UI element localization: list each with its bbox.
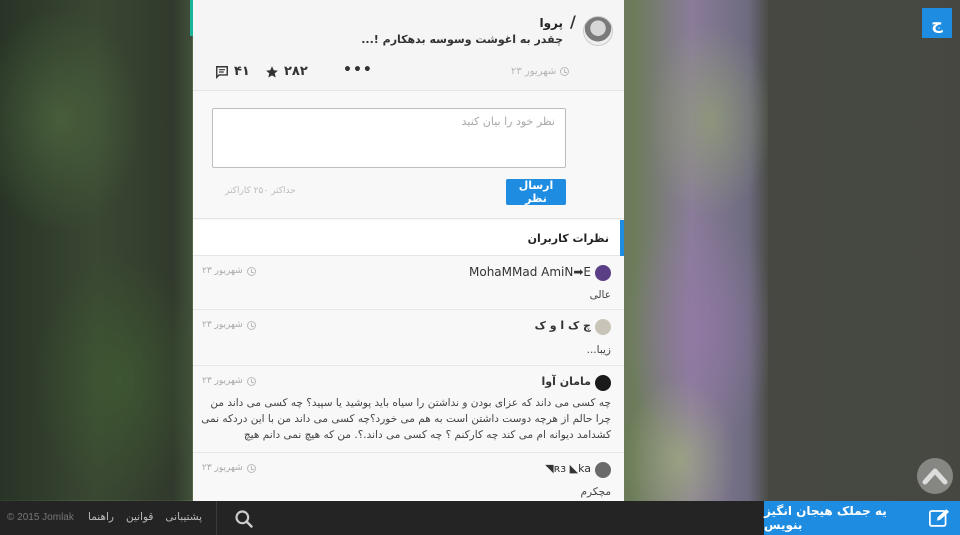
post-author[interactable]: پروا — [539, 16, 563, 30]
comment-time-label: ۲۳ شهریور — [202, 320, 243, 330]
comment-text: عالی — [589, 289, 611, 301]
clock-icon — [560, 67, 570, 76]
avatar[interactable] — [595, 319, 611, 335]
comment-time-label: ۲۳ شهریور — [202, 376, 243, 386]
comment-item: MohaMMad AmiN➡E ۲۳ شهریور عالی — [193, 257, 624, 310]
comment-time: ۲۳ شهریور — [202, 320, 256, 330]
comment-author[interactable]: MohaMMad AmiN➡E — [469, 265, 591, 279]
footer-bar: © 2015 Jomlak پشتیبانی قوانین راهنما یه … — [0, 501, 960, 535]
clock-icon — [246, 376, 256, 386]
char-limit-hint: حداکثر ۲۵۰ کاراکتر — [225, 186, 296, 196]
comment-author[interactable]: ◥ʀɜ ◣ka — [545, 462, 591, 475]
comment-author[interactable]: چ ک ا و ک — [535, 319, 591, 332]
comment-item: ◥ʀɜ ◣ka ۲۳ شهریور مچکرم — [193, 454, 624, 501]
jomlak-logo[interactable]: ج — [922, 8, 952, 38]
star-icon — [266, 65, 278, 78]
comments-title: نظرات کاربران — [527, 232, 609, 245]
comment-text: مچکرم — [580, 486, 612, 498]
copyright: © 2015 Jomlak — [7, 512, 74, 523]
comment-text: چه کسی می داند که عزای بودن و نداشتن را … — [201, 397, 611, 441]
clock-icon — [246, 266, 256, 276]
post-time: ۲۳ شهریور — [511, 66, 570, 77]
comment-time: ۲۳ شهریور — [202, 463, 256, 473]
more-options-button[interactable]: ••• — [343, 62, 373, 78]
comments-button[interactable]: ۴۱ — [215, 64, 250, 79]
background-right-panel — [768, 0, 960, 500]
author-avatar[interactable] — [583, 16, 613, 46]
comment-form: ارسال نظر حداکثر ۲۵۰ کاراکتر — [193, 92, 624, 219]
chevron-up-icon — [922, 468, 948, 485]
footer-links: پشتیبانی قوانین راهنما — [88, 511, 202, 523]
comment-icon — [216, 65, 228, 79]
comment-text: زیبا... — [586, 344, 611, 356]
footer-link-rules[interactable]: قوانین — [126, 511, 153, 523]
comments-header-accent — [620, 220, 624, 256]
comment-input[interactable] — [212, 108, 566, 168]
star-button[interactable]: ۲۸۲ — [265, 64, 308, 79]
submit-comment-button[interactable]: ارسال نظر — [506, 179, 566, 205]
comment-item: مامان آوا ۲۳ شهریور چه کسی می داند که عز… — [193, 367, 624, 453]
star-count: ۲۸۲ — [284, 64, 308, 79]
avatar[interactable] — [595, 462, 611, 478]
footer-link-help[interactable]: راهنما — [88, 511, 114, 523]
pen-icon — [929, 509, 950, 527]
footer-divider — [216, 501, 217, 535]
comment-time: ۲۳ شهریور — [202, 266, 256, 276]
clock-icon — [246, 463, 256, 473]
post-text: چقدر به اغوشت وسوسه بدهکارم !... — [361, 33, 563, 46]
scroll-to-top-button[interactable] — [917, 458, 953, 494]
comment-time-label: ۲۳ شهریور — [202, 266, 243, 276]
comment-author[interactable]: مامان آوا — [542, 375, 591, 388]
write-jomlak-button[interactable]: یه جملک هیجان انگیز بنویس — [764, 501, 960, 535]
clock-icon — [246, 320, 256, 330]
footer-link-support[interactable]: پشتیبانی — [165, 511, 202, 523]
avatar[interactable] — [595, 265, 611, 281]
comment-item: چ ک ا و ک ۲۳ شهریور زیبا... — [193, 311, 624, 366]
comment-count: ۴۱ — [234, 64, 250, 79]
main-column: / پروا چقدر به اغوشت وسوسه بدهکارم !... … — [193, 0, 624, 501]
search-icon[interactable] — [234, 509, 254, 529]
post-time-label: ۲۳ شهریور — [511, 66, 557, 77]
avatar[interactable] — [595, 375, 611, 391]
quote-mark-icon: / — [570, 12, 576, 31]
comment-time-label: ۲۳ شهریور — [202, 463, 243, 473]
background-left-panel — [0, 0, 192, 500]
write-jomlak-label: یه جملک هیجان انگیز بنویس — [764, 504, 887, 532]
comment-time: ۲۳ شهریور — [202, 376, 256, 386]
comments-header: نظرات کاربران — [193, 220, 624, 256]
post-card: / پروا چقدر به اغوشت وسوسه بدهکارم !... … — [193, 0, 624, 91]
